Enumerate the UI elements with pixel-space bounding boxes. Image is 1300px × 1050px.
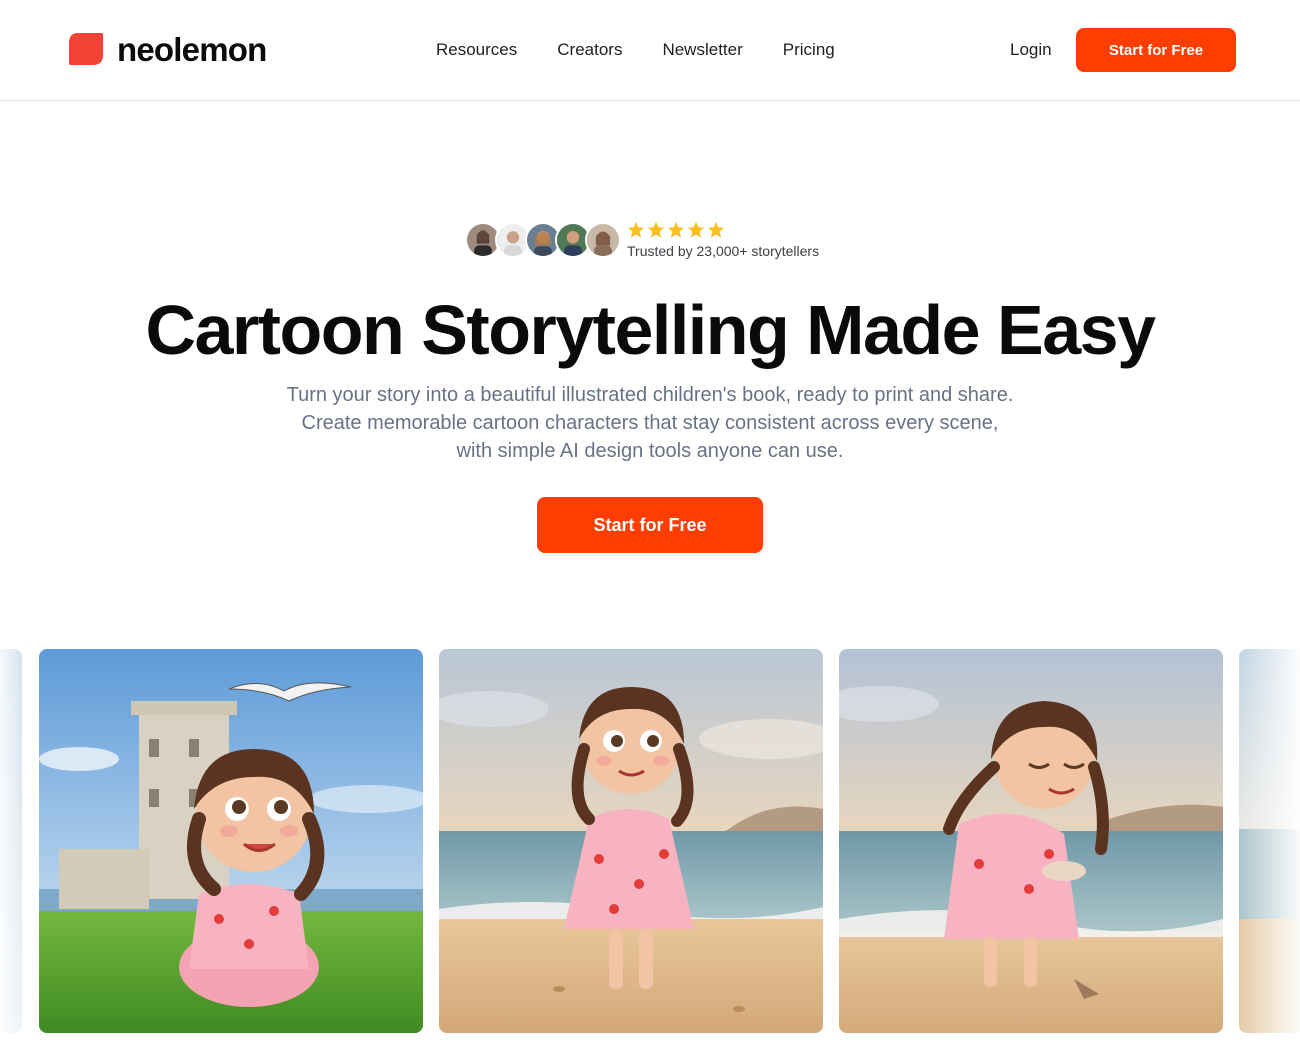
illustration-girl-beach-walk [439,649,823,1033]
hero-subtitle-line: Create memorable cartoon characters that… [301,412,999,434]
star-icon [647,221,665,238]
avatar [585,222,621,258]
star-icon [627,221,645,238]
carousel-fade-left [0,649,40,1033]
login-link[interactable]: Login [1010,38,1052,62]
avatar-group [465,222,621,258]
illustration-girl-beach-shell [839,649,1223,1033]
hero-subtitle-line: Turn your story into a beautiful illustr… [286,384,1014,406]
carousel-card-beach-shell [839,649,1223,1033]
carousel-fade-right [1230,649,1300,1033]
rating-stars [627,221,819,239]
hero-headline: Cartoon Storytelling Made Easy [145,291,1156,369]
nav-item-resources[interactable]: Resources [436,38,517,62]
hero-subtitle: Turn your story into a beautiful illustr… [0,381,1300,465]
carousel-card-tower [39,649,423,1033]
hero-start-free-button[interactable]: Start for Free [537,497,763,553]
logo[interactable]: neolemon [68,30,267,68]
star-icon [687,221,705,238]
illustration-carousel [0,649,1300,1033]
nav-item-newsletter[interactable]: Newsletter [662,38,742,62]
brand-name: neolemon [117,30,267,68]
header-start-free-button[interactable]: Start for Free [1076,28,1236,72]
carousel-card-beach-walk [439,649,823,1033]
hero-subtitle-line: with simple AI design tools anyone can u… [456,440,844,462]
trust-label: Trusted by 23,000+ storytellers [627,243,820,259]
star-icon [667,221,685,238]
star-icon [707,221,725,238]
illustration-girl-tower [39,649,423,1033]
site-header: neolemon Resources Creators Newsletter P… [0,0,1300,101]
main-nav: Resources Creators Newsletter Pricing [436,38,835,62]
logo-icon [69,33,103,65]
nav-item-creators[interactable]: Creators [557,38,622,62]
trust-badge: Trusted by 23,000+ storytellers [465,221,819,259]
nav-item-pricing[interactable]: Pricing [783,38,835,62]
trust-text-block: Trusted by 23,000+ storytellers [627,221,819,259]
